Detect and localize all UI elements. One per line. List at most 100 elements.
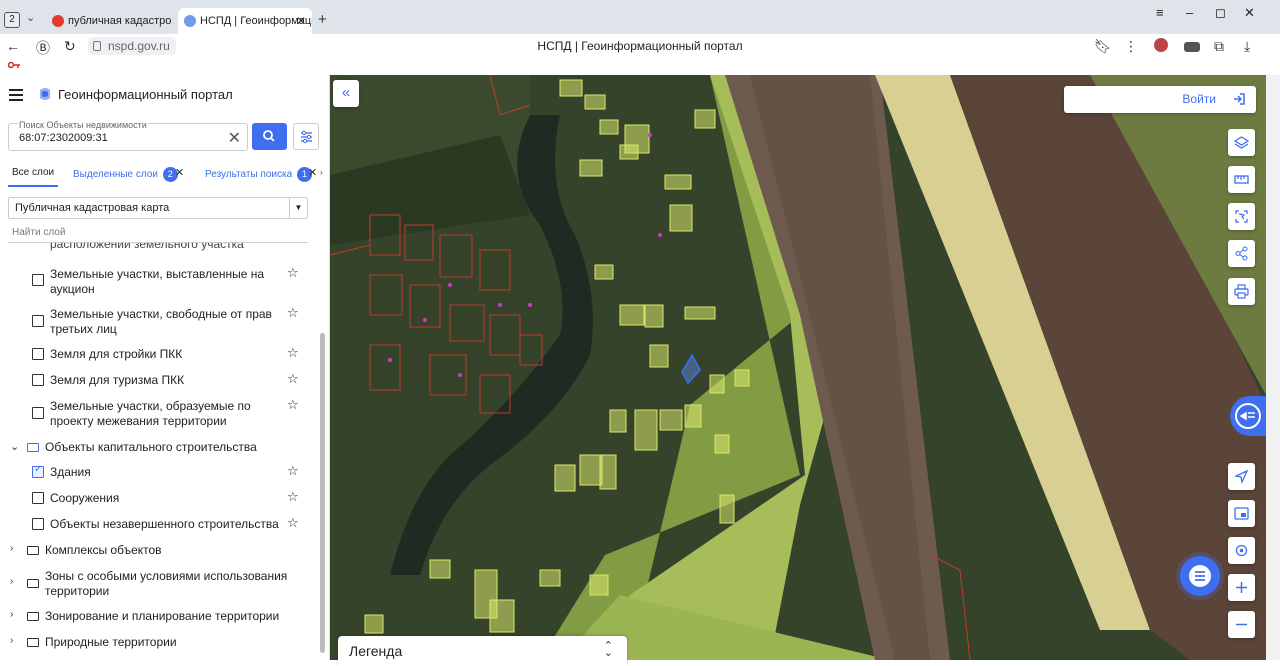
star-icon[interactable]: ☆ (287, 515, 299, 531)
checkbox[interactable] (32, 315, 44, 327)
geolocation-button[interactable] (1228, 537, 1255, 564)
navigation-arrow-icon (1234, 469, 1249, 484)
checkbox[interactable] (32, 374, 44, 386)
layer-label: Земельные участки, образуемые по проекту… (50, 399, 251, 428)
lock-icon (93, 41, 101, 51)
tab-all-layers[interactable]: Все слои (12, 167, 54, 178)
clear-icon[interactable]: ✕ (228, 128, 241, 148)
chevron-right-icon[interactable]: › (10, 543, 13, 554)
active-tab-underline (8, 185, 58, 187)
layer-label: Земельные участки, свободные от прав тре… (50, 307, 272, 336)
checkbox[interactable] (32, 407, 44, 419)
search-button[interactable] (252, 123, 287, 150)
plus-icon (1236, 582, 1247, 593)
checkbox-checked[interactable] (32, 464, 44, 478)
key-bar (0, 58, 1280, 75)
checkbox[interactable] (32, 492, 44, 504)
star-icon[interactable]: ☆ (287, 463, 299, 479)
layer-tree: расположении земельного участка Земельны… (0, 243, 316, 660)
filter-sliders-icon (301, 130, 312, 144)
extension-icon[interactable] (1154, 38, 1168, 52)
browser-tab-1[interactable]: публичная кадастровая к (46, 8, 172, 34)
close-window-icon[interactable]: ✕ (1244, 5, 1255, 21)
checkbox[interactable] (32, 518, 44, 530)
key-icon[interactable] (8, 61, 20, 69)
legend-panel[interactable]: Легенда ⌃ ⌄ (338, 636, 627, 666)
chevron-right-icon[interactable]: › (10, 635, 13, 646)
star-icon[interactable]: ☆ (287, 489, 299, 505)
yandex-icon (52, 15, 64, 27)
page-scrollbar[interactable] (1266, 75, 1280, 660)
basemap-select[interactable]: Публичная кадастровая карта ▼ (8, 197, 308, 219)
scrollbar-thumb[interactable] (320, 333, 325, 653)
star-icon[interactable]: ☆ (287, 345, 299, 361)
close-icon[interactable]: ✕ (296, 8, 306, 34)
url-field[interactable]: nspd.gov.ru (88, 37, 176, 55)
star-icon[interactable]: ☆ (287, 305, 299, 321)
address-bar: ← Ⓑ ↻ nspd.gov.ru НСПД | Геоинформационн… (0, 34, 1280, 58)
close-icon[interactable]: ✕ (175, 166, 184, 179)
minimap-button[interactable] (1228, 500, 1255, 527)
folder-icon (27, 612, 39, 621)
navigate-button[interactable] (1228, 463, 1255, 490)
ruler-icon (1234, 175, 1249, 184)
chevron-down-icon[interactable]: ⌄ (10, 440, 19, 453)
reload-icon[interactable]: ↻ (64, 38, 76, 55)
menu-fab-button[interactable] (1180, 556, 1220, 596)
close-icon[interactable]: ✕ (308, 166, 317, 179)
folder-icon (27, 443, 39, 452)
maximize-icon[interactable]: ◻ (1215, 5, 1226, 21)
chevron-down-icon[interactable]: ⌄ (26, 11, 35, 24)
chevron-right-icon[interactable]: › (10, 609, 13, 620)
folder-label: Комплексы объектов (45, 543, 162, 557)
tab-selected-layers[interactable]: Выделенные слои 2 (73, 167, 178, 182)
minimize-icon[interactable]: – (1186, 5, 1193, 20)
yandex-protect-icon[interactable]: Ⓑ (36, 38, 50, 58)
satellite-map (330, 75, 1266, 660)
tab-search-results[interactable]: Результаты поиска 1 (205, 167, 312, 182)
share-icon (1235, 246, 1248, 261)
map-canvas[interactable] (330, 75, 1266, 660)
layer-tabs: Все слои Выделенные слои 2 ✕ Результаты … (0, 161, 329, 187)
layer-label: Земля для туризма ПКК (50, 373, 185, 387)
panel-scrollbar[interactable] (318, 243, 326, 660)
collections-icon[interactable]: ⧉ (1214, 38, 1224, 55)
layer-label: Объекты незавершенного строительства (50, 517, 279, 531)
select-area-button[interactable] (1228, 203, 1255, 230)
back-icon[interactable]: ← (6, 38, 20, 54)
zoom-out-button[interactable] (1228, 611, 1255, 638)
layers-panel: Геоинформационный портал Поиск Объекты н… (0, 75, 330, 660)
star-icon[interactable]: ☆ (287, 371, 299, 387)
tab-counter[interactable]: 2 (4, 12, 20, 28)
chevron-right-icon[interactable]: › (320, 168, 323, 177)
minus-icon (1236, 623, 1247, 626)
filter-button[interactable] (293, 123, 319, 150)
more-icon[interactable]: ⋮ (1124, 38, 1138, 55)
login-button[interactable]: Войти (1064, 86, 1256, 113)
layer-search-input[interactable]: Найти слой (8, 227, 308, 243)
list-icon (1189, 565, 1211, 587)
url-text: nspd.gov.ru (108, 39, 170, 53)
download-icon[interactable]: ⤓ (1244, 38, 1250, 55)
tab-selected-label: Выделенные слои (73, 169, 158, 180)
search-input[interactable]: Поиск Объекты недвижимости 68:07:2302009… (8, 120, 248, 151)
menu-icon[interactable]: ≡ (1156, 5, 1164, 20)
expand-collapse-icon[interactable]: ⌃ ⌄ (604, 641, 613, 659)
extension-icon-2[interactable] (1184, 42, 1200, 52)
zoom-in-button[interactable] (1228, 574, 1255, 601)
bookmark-icon[interactable]: 🔖︎ (1094, 38, 1112, 55)
chevron-right-icon[interactable]: › (10, 576, 13, 587)
layers-button[interactable] (1228, 129, 1255, 156)
folder-label: Зонирование и планирование территории (45, 609, 280, 623)
collapse-panel-button[interactable]: « (333, 80, 359, 107)
ruler-button[interactable] (1228, 166, 1255, 193)
share-button[interactable] (1228, 240, 1255, 267)
star-icon[interactable]: ☆ (287, 397, 299, 413)
hamburger-icon[interactable] (9, 89, 23, 104)
checkbox[interactable] (32, 348, 44, 360)
print-button[interactable] (1228, 278, 1255, 305)
star-icon[interactable]: ☆ (287, 265, 299, 281)
checkbox[interactable] (32, 274, 44, 286)
tab-results-label: Результаты поиска (205, 169, 293, 180)
new-tab-icon[interactable]: + (318, 11, 327, 28)
